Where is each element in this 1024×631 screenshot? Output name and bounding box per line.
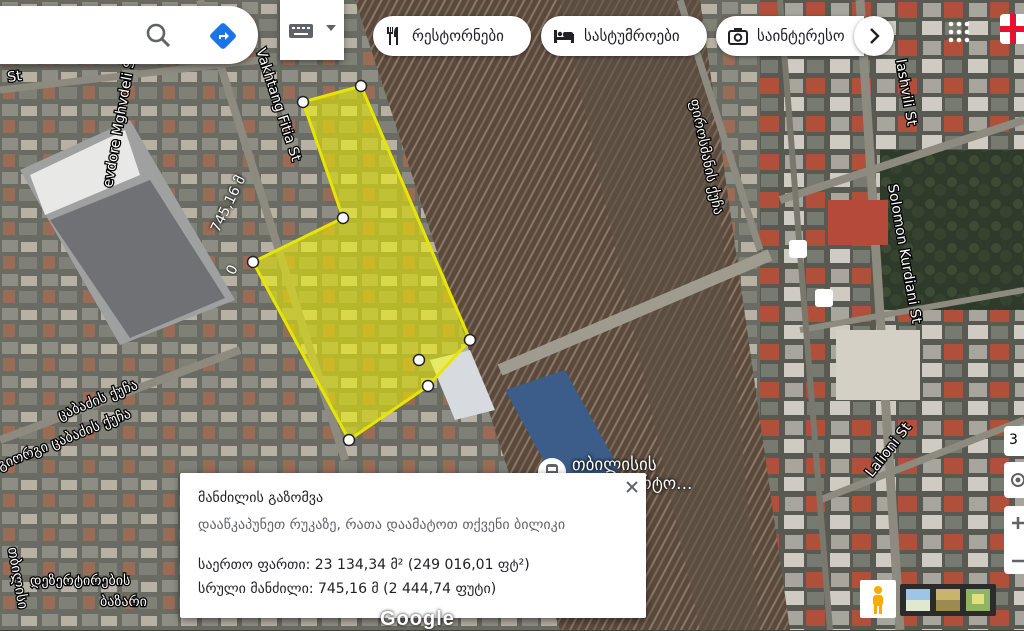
measure-distance-card: მანძილის გაზომვა დააწკაპუნეთ რუკაზე, რათ… (180, 473, 646, 618)
pegman-icon (873, 586, 883, 614)
card-title: მანძილის გაზომვა (198, 490, 324, 506)
search-input[interactable] (10, 22, 134, 50)
bus-stop-icon[interactable] (815, 289, 833, 307)
chevron-right-icon (870, 28, 880, 44)
my-location-button[interactable] (1004, 462, 1024, 498)
map-label-st: St (6, 68, 23, 86)
chip-label: რესტორნები (412, 27, 504, 45)
bus-stop-icon[interactable] (789, 240, 807, 258)
zoom-controls[interactable] (1004, 506, 1024, 574)
fork-knife-icon (387, 27, 398, 45)
total-distance-text: სრული მანძილი: 745,16 მ (2 444,74 ფუტი) (198, 581, 497, 597)
input-tools (280, 0, 344, 60)
minus-icon[interactable] (1004, 544, 1024, 578)
chevron-down-icon[interactable] (325, 22, 337, 34)
vertex-handle[interactable] (336, 211, 350, 225)
keyboard-icon[interactable] (288, 22, 314, 40)
floor-selector[interactable]: 3 (1004, 426, 1024, 456)
layer-thumbnail-icon[interactable] (900, 584, 996, 616)
chip-restaurants[interactable]: რესტორნები (373, 16, 531, 56)
chip-label: სასტუმროები (584, 27, 680, 45)
plus-icon[interactable] (1004, 506, 1024, 540)
bed-icon (554, 30, 574, 43)
location-target-icon (1011, 473, 1024, 487)
card-hint: დააწკაპუნეთ რუკაზე, რათა დაამატოთ თქვენი… (198, 517, 566, 533)
georgia-flag-icon (1000, 14, 1024, 44)
camera-icon (728, 28, 748, 45)
vertex-handle[interactable] (342, 433, 356, 447)
layers-thumbnails[interactable] (900, 584, 996, 616)
map-label-bottom1: დეზერტირების (30, 572, 130, 589)
search-icon (146, 23, 171, 48)
zoom-level-text: 3 (1009, 432, 1018, 448)
vertex-handle[interactable] (296, 95, 310, 109)
directions-icon (210, 23, 236, 49)
vertex-handle[interactable] (246, 255, 260, 269)
google-logo: Google (380, 608, 455, 630)
search-button[interactable] (143, 20, 175, 52)
vertex-handle[interactable] (421, 379, 435, 393)
vertex-handle[interactable] (354, 79, 368, 93)
directions-button[interactable] (207, 20, 239, 52)
chip-attractions[interactable]: საინტერესო (716, 16, 864, 56)
close-icon[interactable] (624, 479, 640, 495)
vertex-handle[interactable] (463, 333, 477, 347)
chip-label: საინტერესო (757, 27, 845, 45)
vertex-handle[interactable] (412, 353, 426, 367)
search-box[interactable] (0, 6, 258, 64)
account-avatar[interactable] (1000, 14, 1024, 44)
map-label-bottom2: ბაზარი (100, 593, 147, 610)
total-area-text: საერთო ფართი: 23 134,34 მ² (249 016,01 ფ… (198, 557, 530, 573)
chip-hotels[interactable]: სასტუმროები (541, 16, 707, 56)
chips-next-button[interactable] (854, 16, 894, 56)
apps-grid-icon[interactable] (948, 21, 970, 43)
street-view-pegman[interactable] (860, 580, 896, 618)
